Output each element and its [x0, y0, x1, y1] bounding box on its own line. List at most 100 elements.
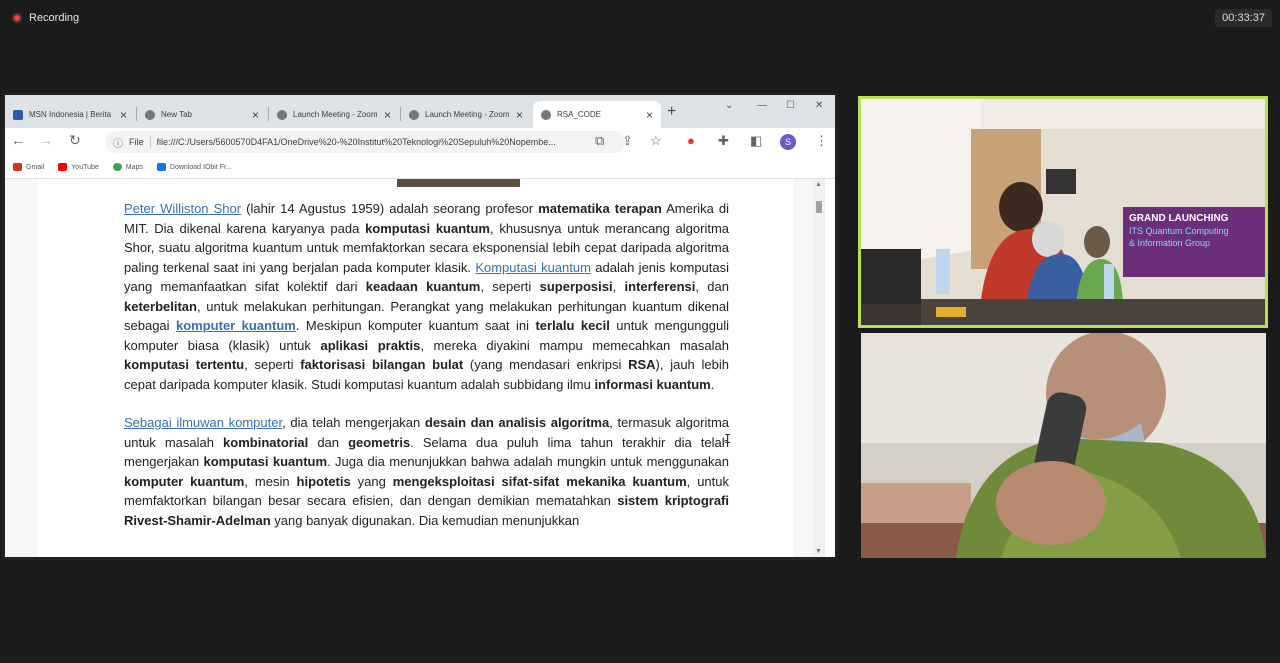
bookmarks-bar: Gmail YouTube Maps Download IObit Fr...: [5, 156, 835, 179]
tab-title: Launch Meeting - Zoom: [425, 110, 510, 119]
profile-avatar[interactable]: S: [780, 134, 796, 150]
bold-term: hipotetis: [296, 473, 351, 489]
tab-title: MSN Indonesia | Berita: [29, 110, 112, 119]
body-text: , seperti: [244, 357, 301, 372]
body-text: ,: [612, 279, 625, 294]
body-text: yang: [350, 473, 393, 489]
recording-indicator: Recording: [12, 12, 79, 24]
globe-icon: [409, 109, 419, 120]
bold-term: komputer kuantum: [124, 473, 245, 489]
article-link[interactable]: Komputasi kuantum: [475, 260, 591, 275]
portrait-image: [397, 179, 520, 187]
page-viewport: Peter Williston Shor (lahir 14 Agustus 1…: [5, 179, 825, 557]
paragraph-1: Peter Williston Shor (lahir 14 Agustus 1…: [124, 199, 729, 394]
reload-icon[interactable]: ↻: [69, 132, 81, 149]
participant-video-speaker[interactable]: [861, 333, 1266, 558]
bookmark-youtube[interactable]: YouTube: [58, 163, 99, 171]
back-icon[interactable]: ←: [11, 132, 25, 148]
tab-rsa-code[interactable]: RSA_CODE ×: [533, 101, 661, 128]
tab-launch-meeting-2[interactable]: Launch Meeting - Zoom ×: [401, 101, 531, 128]
launch-banner: GRAND LAUNCHING ITS Quantum Computing & …: [1123, 207, 1265, 277]
gmail-icon: [13, 163, 22, 171]
article-link[interactable]: Peter Williston Shor: [124, 201, 241, 216]
maps-pin-icon: [112, 163, 122, 171]
close-tab-icon[interactable]: ×: [252, 108, 259, 122]
body-text: .: [710, 376, 715, 392]
tab-search-icon[interactable]: ⌄: [725, 100, 733, 111]
close-tab-icon[interactable]: ×: [384, 108, 391, 122]
page-scrollbar[interactable]: ▲ ▼: [813, 179, 825, 557]
participant-video-room[interactable]: GRAND LAUNCHING ITS Quantum Computing & …: [858, 96, 1268, 328]
msn-favicon-icon: [13, 109, 23, 120]
meeting-timer: 00:33:37: [1215, 9, 1272, 27]
bold-term: interferensi: [624, 279, 696, 294]
bold-term: terlalu kecil: [535, 318, 610, 333]
bold-term: matematika terapan: [538, 201, 662, 216]
tab-title: Launch Meeting - Zoom: [293, 110, 378, 119]
browser-toolbar: ← → ↻ ⓘ File file:///C:/Users/5600570D4F…: [5, 128, 835, 156]
translate-icon[interactable]: ⧉: [595, 133, 604, 149]
bold-term: komputasi tertentu: [124, 357, 245, 372]
new-tab-button[interactable]: +: [667, 103, 676, 121]
browser-window: MSN Indonesia | Berita × New Tab × Launc…: [5, 95, 835, 557]
tab-msn[interactable]: MSN Indonesia | Berita ×: [5, 101, 135, 128]
minimize-button[interactable]: —: [757, 100, 767, 111]
bold-term: mengeksploitasi sifat-sifat mekanika kua…: [392, 473, 687, 489]
address-url[interactable]: file:///C:/Users/5600570D4FA1/OneDrive%2…: [157, 137, 587, 147]
body-text: , dan: [695, 279, 729, 294]
zoom-bottom-bar: [0, 657, 1280, 663]
body-text: , seperti: [480, 279, 540, 294]
maximize-button[interactable]: ☐: [786, 100, 795, 111]
banner-subtitle-2: & Information Group: [1129, 238, 1211, 248]
scroll-down-icon[interactable]: ▼: [815, 548, 822, 555]
info-icon[interactable]: ⓘ: [113, 135, 123, 150]
close-tab-icon[interactable]: ×: [646, 108, 653, 122]
article-link[interactable]: Sebagai ilmuwan komputer: [124, 415, 282, 430]
scrollbar-thumb[interactable]: [816, 201, 822, 213]
close-tab-icon[interactable]: ×: [516, 108, 523, 122]
bookmark-maps[interactable]: Maps: [112, 163, 143, 171]
body-text: yang banyak digunakan. Dia kemudian menu…: [270, 512, 580, 528]
forward-icon[interactable]: →: [39, 132, 53, 148]
bold-term: komputasi kuantum: [365, 220, 490, 236]
bold-term: keadaan kuantum: [365, 279, 481, 294]
extensions-icon[interactable]: ✚: [718, 133, 729, 149]
more-menu-icon[interactable]: ⋮: [815, 133, 828, 149]
record-extension-icon[interactable]: ●: [687, 133, 695, 148]
close-tab-icon[interactable]: ×: [120, 108, 127, 122]
bold-term: desain dan analisis algoritma: [424, 415, 610, 430]
record-dot-icon: [12, 13, 22, 23]
bookmark-gmail[interactable]: Gmail: [13, 163, 44, 171]
bookmark-iobit[interactable]: Download IObit Fr...: [156, 163, 232, 171]
address-bar[interactable]: ⓘ File file:///C:/Users/5600570D4FA1/One…: [105, 131, 625, 153]
bold-term: faktorisasi bilangan bulat: [300, 357, 464, 372]
body-text: dan: [308, 434, 349, 450]
globe-icon: [145, 109, 155, 120]
share-icon[interactable]: ⇪: [622, 133, 633, 149]
body-text: . Meskipun komputer kuantum saat ini: [295, 318, 536, 333]
text-cursor-icon: I: [724, 432, 732, 446]
bold-term: keterbelitan: [124, 298, 197, 314]
address-scheme-label: File: [129, 137, 144, 147]
tab-launch-meeting-1[interactable]: Launch Meeting - Zoom ×: [269, 101, 399, 128]
bold-term: superposisi: [539, 279, 613, 294]
article-link[interactable]: komputer kuantum: [176, 318, 296, 333]
banner-subtitle-1: ITS Quantum Computing: [1129, 226, 1229, 236]
speaker-scene-image: [861, 333, 1266, 558]
body-text: , mesin: [244, 473, 297, 489]
paragraph-2: Sebagai ilmuwan komputer, dia telah meng…: [124, 413, 729, 530]
side-panel-icon[interactable]: ◧: [750, 133, 762, 149]
bold-term: informasi kuantum: [594, 376, 711, 392]
body-text: , dia telah mengerjakan: [282, 415, 425, 430]
article-body: Peter Williston Shor (lahir 14 Agustus 1…: [124, 199, 729, 549]
tab-strip: MSN Indonesia | Berita × New Tab × Launc…: [5, 95, 835, 128]
body-text: (lahir 14 Agustus 1959) adalah seorang p…: [241, 201, 539, 216]
tab-title: RSA_CODE: [557, 110, 602, 119]
bold-term: kombinatorial: [223, 434, 309, 450]
scroll-up-icon[interactable]: ▲: [815, 181, 822, 188]
bold-term: komputasi kuantum: [203, 454, 328, 469]
tab-new-tab[interactable]: New Tab ×: [137, 101, 267, 128]
bold-term: RSA: [628, 357, 656, 372]
close-window-button[interactable]: ✕: [815, 100, 823, 111]
bookmark-star-icon[interactable]: ☆: [650, 133, 662, 149]
